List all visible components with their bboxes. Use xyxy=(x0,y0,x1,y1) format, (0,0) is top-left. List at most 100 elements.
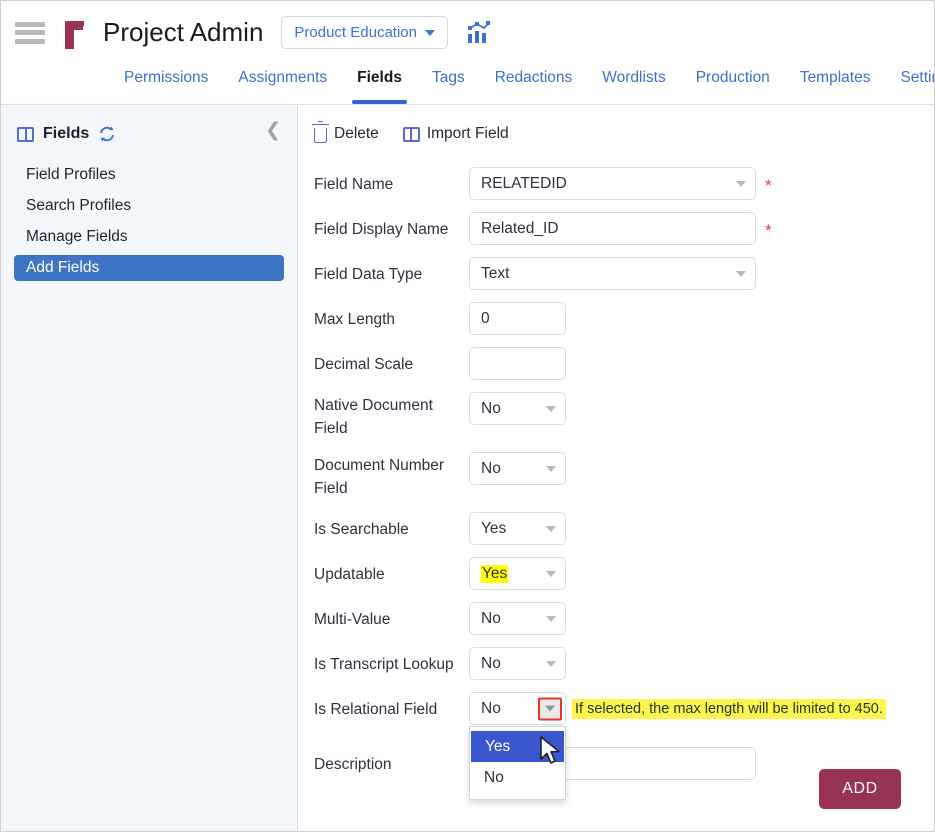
dropdown-toggle-highlighted[interactable] xyxy=(538,697,562,720)
tab-templates[interactable]: Templates xyxy=(785,64,886,104)
sidebar-item-search-profiles[interactable]: Search Profiles xyxy=(14,193,284,218)
add-field-form: Field Name RELATEDID * Field Display Nam… xyxy=(298,167,934,780)
is-searchable-select[interactable]: Yes xyxy=(469,512,566,545)
chevron-down-icon xyxy=(546,571,556,577)
dropdown-option-no[interactable]: No xyxy=(470,762,565,793)
tab-redactions[interactable]: Redactions xyxy=(480,64,588,104)
decimal-scale-label: Decimal Scale xyxy=(314,347,469,375)
project-admin-window: Project Admin Product Education Permissi… xyxy=(0,0,935,832)
tab-assignments[interactable]: Assignments xyxy=(223,64,342,104)
form-row-is-transcript-lookup: Is Transcript Lookup No xyxy=(314,647,934,680)
is-transcript-lookup-label: Is Transcript Lookup xyxy=(314,647,469,675)
tab-fields[interactable]: Fields xyxy=(342,64,417,104)
chevron-down-icon xyxy=(546,661,556,667)
relational-field-hint: If selected, the max length will be limi… xyxy=(572,699,886,719)
native-document-field-select[interactable]: No xyxy=(469,392,566,425)
max-length-label: Max Length xyxy=(314,302,469,330)
refresh-icon[interactable] xyxy=(98,125,116,143)
form-row-document-number-field: Document NumberField No xyxy=(314,452,934,500)
multi-value-select[interactable]: No xyxy=(469,602,566,635)
field-data-type-select[interactable]: Text xyxy=(469,257,756,290)
form-row-is-relational-field: Is Relational Field No If selected, the … xyxy=(314,692,934,725)
chevron-down-icon xyxy=(546,466,556,472)
required-marker: * xyxy=(765,172,772,196)
sidebar-item-manage-fields[interactable]: Manage Fields xyxy=(14,224,284,249)
field-display-name-label: Field Display Name xyxy=(314,212,469,240)
page-title: Project Admin xyxy=(103,17,263,48)
hamburger-icon[interactable] xyxy=(15,22,45,44)
field-name-select[interactable]: RELATEDID xyxy=(469,167,756,200)
chevron-down-icon xyxy=(736,181,746,187)
form-row-is-searchable: Is Searchable Yes xyxy=(314,512,934,545)
columns-icon xyxy=(17,127,34,142)
native-document-field-value: No xyxy=(481,400,501,418)
native-document-field-label: Native DocumentField xyxy=(314,392,469,440)
max-length-value: 0 xyxy=(481,310,490,328)
main-panel: Delete Import Field Field Name RELATEDID xyxy=(298,105,934,832)
document-number-field-select[interactable]: No xyxy=(469,452,566,485)
required-marker: * xyxy=(765,217,772,241)
chevron-down-icon xyxy=(546,526,556,532)
form-row-max-length: Max Length 0 xyxy=(314,302,934,335)
form-row-field-data-type: Field Data Type Text xyxy=(314,257,934,290)
sidebar-items: Field Profiles Search Profiles Manage Fi… xyxy=(1,162,297,281)
chart-icon[interactable] xyxy=(466,21,492,45)
chevron-down-icon xyxy=(546,406,556,412)
delete-button-label: Delete xyxy=(334,125,379,143)
tab-permissions[interactable]: Permissions xyxy=(109,64,223,104)
tab-production[interactable]: Production xyxy=(681,64,785,104)
multi-value-label: Multi-Value xyxy=(314,602,469,630)
form-row-decimal-scale: Decimal Scale xyxy=(314,347,934,380)
field-data-type-label: Field Data Type xyxy=(314,257,469,285)
trash-icon xyxy=(314,128,327,143)
app-header: Project Admin Product Education xyxy=(1,1,934,64)
is-transcript-lookup-value: No xyxy=(481,655,501,673)
updatable-label: Updatable xyxy=(314,557,469,585)
document-number-field-value: No xyxy=(481,460,501,478)
form-row-updatable: Updatable Yes xyxy=(314,557,934,590)
field-name-label: Field Name xyxy=(314,167,469,195)
tab-tags[interactable]: Tags xyxy=(417,64,480,104)
chevron-down-icon xyxy=(736,271,746,277)
field-name-value: RELATEDID xyxy=(481,175,567,193)
is-searchable-value: Yes xyxy=(481,520,506,538)
sidebar-title: Fields xyxy=(43,125,89,143)
sidebar: Fields ❮ Field Profiles Search Profiles … xyxy=(1,105,298,832)
sidebar-item-add-fields[interactable]: Add Fields xyxy=(14,255,284,281)
relativity-logo-icon xyxy=(61,17,87,49)
form-row-field-name: Field Name RELATEDID * xyxy=(314,167,934,200)
project-selector-label: Product Education xyxy=(294,24,417,41)
sidebar-header: Fields xyxy=(1,119,297,149)
decimal-scale-input[interactable] xyxy=(469,347,566,380)
chevron-left-icon[interactable]: ❮ xyxy=(265,121,281,140)
chevron-down-icon xyxy=(545,706,555,712)
field-data-type-value: Text xyxy=(481,265,509,283)
content-area: Fields ❮ Field Profiles Search Profiles … xyxy=(1,105,934,832)
multi-value-value: No xyxy=(481,610,501,628)
tab-settings[interactable]: Settin xyxy=(885,64,934,104)
field-display-name-input[interactable]: Related_ID xyxy=(469,212,756,245)
dropdown-option-yes[interactable]: Yes xyxy=(471,731,564,762)
sidebar-item-field-profiles[interactable]: Field Profiles xyxy=(14,162,284,187)
form-row-field-display-name: Field Display Name Related_ID * xyxy=(314,212,934,245)
is-relational-field-dropdown: Yes No xyxy=(469,726,566,800)
max-length-input[interactable]: 0 xyxy=(469,302,566,335)
form-row-multi-value: Multi-Value No xyxy=(314,602,934,635)
is-relational-field-select[interactable]: No xyxy=(469,692,566,725)
add-button[interactable]: ADD xyxy=(819,769,901,809)
is-relational-field-label: Is Relational Field xyxy=(314,692,469,720)
panel-toolbar: Delete Import Field xyxy=(298,125,934,143)
updatable-select[interactable]: Yes xyxy=(469,557,566,590)
chevron-down-icon xyxy=(425,30,435,36)
import-field-button-label: Import Field xyxy=(427,125,509,143)
is-searchable-label: Is Searchable xyxy=(314,512,469,540)
field-display-name-value: Related_ID xyxy=(481,220,559,238)
import-field-button[interactable]: Import Field xyxy=(403,125,509,143)
tab-wordlists[interactable]: Wordlists xyxy=(587,64,680,104)
description-label: Description xyxy=(314,747,469,775)
delete-button[interactable]: Delete xyxy=(314,125,379,143)
project-selector[interactable]: Product Education xyxy=(281,16,448,49)
is-transcript-lookup-select[interactable]: No xyxy=(469,647,566,680)
chevron-down-icon xyxy=(546,616,556,622)
is-relational-field-value: No xyxy=(481,700,501,718)
